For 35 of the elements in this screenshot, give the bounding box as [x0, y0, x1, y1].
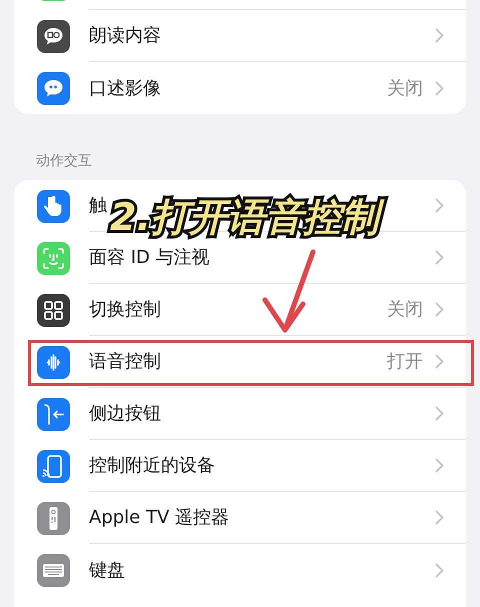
chevron-icon	[435, 354, 444, 369]
annotation-caption: 2.打开语音控制	[106, 190, 391, 246]
chevron-icon	[435, 302, 444, 317]
setting-label[interactable]: 触	[89, 192, 107, 219]
setting-label[interactable]: 键盘	[89, 556, 125, 584]
chevron-icon	[435, 28, 444, 43]
grid-icon	[37, 294, 70, 326]
setting-label[interactable]: 切换控制	[89, 296, 161, 323]
setting-label[interactable]: Apple TV 遥控器	[89, 504, 229, 531]
waveform-icon	[37, 346, 70, 378]
chevron-icon	[435, 406, 444, 421]
setting-label[interactable]: 面容 ID 与注视	[89, 244, 210, 271]
setting-value: 打开	[387, 350, 423, 374]
setting-label[interactable]: 控制附近的设备	[89, 452, 215, 479]
setting-label[interactable]: 侧边按钮	[89, 400, 161, 427]
face-icon	[37, 242, 70, 274]
chevron-icon	[435, 80, 444, 96]
setting-label[interactable]: 口述影像	[89, 74, 161, 102]
keyboard-icon	[37, 554, 70, 586]
chevron-icon	[435, 510, 444, 525]
speech-bubble-icon	[37, 72, 70, 104]
phone-wifi-icon	[37, 450, 70, 482]
section-header: 动作交互	[35, 152, 93, 171]
chevron-icon	[435, 198, 444, 213]
setting-value: 关闭	[387, 298, 423, 322]
chevron-icon	[435, 250, 444, 265]
setting-label[interactable]: 朗读内容	[89, 22, 161, 49]
chevron-icon	[435, 458, 444, 473]
hand-pointer-icon	[37, 190, 70, 222]
setting-label[interactable]: 语音控制	[89, 348, 161, 375]
chevron-icon	[435, 562, 444, 578]
remote-icon	[37, 502, 70, 534]
setting-value: 关闭	[387, 76, 423, 100]
speech-bubble-icon	[37, 20, 70, 52]
side-button-icon	[37, 398, 70, 430]
